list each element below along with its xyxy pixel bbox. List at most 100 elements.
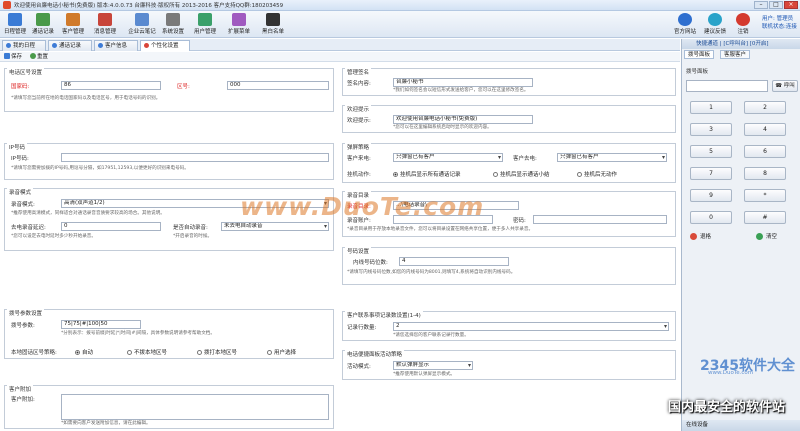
inbound-popup-select[interactable]: 只弹窗已有客户 <box>393 153 503 162</box>
ip-group: IP号码 IP号码: *请填写您需要加拨的IP号码,用逗号分隔，如17951,1… <box>4 143 334 180</box>
site-watermark: www.DuoTe.com <box>240 192 485 221</box>
dial-key-1[interactable]: 1 <box>690 101 732 114</box>
tab-call-records[interactable]: 通话记录 <box>48 40 92 51</box>
tab-bar: 我的日程 通话记录 客户信息 个性化设置 <box>0 39 680 51</box>
connection-status-link[interactable]: 联机状态:连接 <box>762 23 797 31</box>
logout-icon <box>736 13 750 26</box>
tab-personal-settings[interactable]: 个性化设置 <box>140 40 190 51</box>
app-logo-icon <box>3 1 11 9</box>
outbound-popup-select[interactable]: 只弹窗已有客户 <box>557 153 667 162</box>
welcome-input[interactable]: 欢迎使用台廉电话小秘书(免费版) <box>393 115 533 124</box>
local-area-auto-radio[interactable]: 自动 <box>75 348 93 356</box>
minimize-button[interactable]: – <box>754 1 768 9</box>
customer-extra-textarea[interactable] <box>61 394 329 420</box>
ip-number-input[interactable] <box>61 153 329 162</box>
close-button[interactable]: × <box>784 1 798 9</box>
tab-service-customer[interactable]: 客服客户 <box>720 50 751 59</box>
settings-icon <box>166 13 180 26</box>
globe-icon <box>678 13 692 26</box>
window-controls: – □ × <box>754 1 798 9</box>
tab-customer-info[interactable]: 客户信息 <box>94 40 138 51</box>
phone-settings-group: 电话区号设置 国家码: 86 区号: 000 *请填写您当前所在地的电话国家码以… <box>4 68 334 112</box>
list-icon <box>266 13 280 26</box>
user-status: 用户: 管理员 联机状态:连接 <box>762 15 797 31</box>
hangup-show-summary-radio[interactable]: 挂机后显示通话小结 <box>493 170 550 178</box>
toolbar-item-settings[interactable]: 系统设置 <box>160 13 186 35</box>
toolbar-item-users[interactable]: 用户管理 <box>192 13 218 35</box>
signature-input[interactable]: 台廉小秘书 <box>393 78 533 87</box>
signature-group: 管理签名 签名内容: 台廉小秘书 *我们如何签名会以短信形式发送给客户，您可以在… <box>342 68 676 96</box>
dial-number-input[interactable] <box>686 80 768 92</box>
action-bar: 保存 重置 <box>0 52 680 62</box>
panel-strategy-group: 电话便捷面板活动策略 活动模式: 默认弹屏显示 *推荐使用默认弹屏显示模式。 <box>342 350 676 380</box>
backspace-icon <box>690 233 697 240</box>
record-password-input[interactable] <box>533 215 667 224</box>
online-devices-bar[interactable]: 在线设备 <box>682 420 800 431</box>
contact-record-count-select[interactable]: 2 <box>393 322 669 331</box>
call-button[interactable]: ☎ 呼叫 <box>772 80 798 92</box>
dial-panel-header: 快捷通道 | [C呼叫台] [0开启] <box>682 39 800 49</box>
dial-key-2[interactable]: 2 <box>744 101 786 114</box>
window-title: 欢迎使用台廉电话小秘书(免费版) 版本:4.0.0.73 台廉科技·版权所有 2… <box>14 3 284 9</box>
dial-key-hash[interactable]: # <box>744 211 786 224</box>
toolbar-item-calls[interactable]: 通话记录 <box>30 13 56 35</box>
dial-key-4[interactable]: 4 <box>744 123 786 136</box>
tab-dial-pad[interactable]: 拨号面板 <box>684 50 715 59</box>
clear-icon <box>756 233 763 240</box>
reset-icon <box>30 53 36 59</box>
dial-key-star[interactable]: * <box>744 189 786 202</box>
calendar-icon <box>8 13 22 26</box>
tab-icon <box>6 43 11 48</box>
country-code-input[interactable]: 86 <box>61 81 161 90</box>
maximize-button[interactable]: □ <box>769 1 783 9</box>
hangup-show-all-radio[interactable]: 挂机后显示所有通话记录 <box>393 170 461 178</box>
toolbar-item-cloud-note[interactable]: 企业云笔记 <box>127 13 157 35</box>
toolbar-item-feedback[interactable]: 建议反馈 <box>702 13 728 35</box>
title-bar: 欢迎使用台廉电话小秘书(免费版) 版本:4.0.0.73 台廉科技·版权所有 2… <box>0 0 800 11</box>
dial-key-9[interactable]: 9 <box>690 189 732 202</box>
local-area-dial-radio[interactable]: 拨打本地区号 <box>197 348 237 356</box>
toolbar-item-schedule[interactable]: 日程管理 <box>2 13 28 35</box>
dial-key-3[interactable]: 3 <box>690 123 732 136</box>
tab-schedule[interactable]: 我的日程 <box>2 40 46 51</box>
phone-record-icon <box>36 13 50 26</box>
tab-icon <box>98 43 103 48</box>
dial-key-7[interactable]: 7 <box>690 167 732 180</box>
toolbar-item-customers[interactable]: 客户管理 <box>60 13 86 35</box>
dial-key-0[interactable]: 0 <box>690 211 732 224</box>
welcome-group: 欢迎提示 欢迎提示: 欢迎使用台廉电话小秘书(免费版) *您可以在这里编辑系统启… <box>342 105 676 133</box>
save-icon <box>4 53 10 59</box>
extension-digits-input[interactable]: 4 <box>399 257 509 266</box>
extend-icon <box>232 13 246 26</box>
user-name-link[interactable]: 用户: 管理员 <box>762 15 797 23</box>
area-code-input[interactable]: 000 <box>227 81 329 90</box>
app-window: 欢迎使用台廉电话小秘书(免费版) 版本:4.0.0.73 台廉科技·版权所有 2… <box>0 0 800 431</box>
slogan-watermark: 国内最安全的软件站 <box>668 400 786 415</box>
dial-key-5[interactable]: 5 <box>690 145 732 158</box>
contact-record-group: 客户联系事项记录数设置(1-4) 记录行数量: 2 *请您选择您的客户联系记录行… <box>342 311 676 341</box>
toolbar-item-extend[interactable]: 扩展菜单 <box>226 13 252 35</box>
reset-button[interactable]: 重置 <box>30 53 48 61</box>
save-button[interactable]: 保存 <box>4 53 22 61</box>
local-area-nodial-radio[interactable]: 不拨本地区号 <box>127 348 167 356</box>
user-icon <box>198 13 212 26</box>
cloud-note-icon <box>135 13 149 26</box>
dial-key-6[interactable]: 6 <box>744 145 786 158</box>
extension-digits-group: 号码设置 内线号码位数: 4 *请填写内线号码位数,如您的内线号码为8001,则… <box>342 247 676 285</box>
dial-key-8[interactable]: 8 <box>744 167 786 180</box>
settings-panel: 电话区号设置 国家码: 86 区号: 000 *请填写您当前所在地的电话国家码以… <box>0 63 680 431</box>
toolbar-item-messages[interactable]: 消息管理 <box>92 13 118 35</box>
backspace-button[interactable]: 退格 <box>690 232 711 240</box>
tab-icon <box>52 43 57 48</box>
popup-strategy-group: 弹屏策略 客户来电: 只弹窗已有客户 客户去电: 只弹窗已有客户 挂机动作: 挂… <box>342 143 676 183</box>
toolbar-item-blacklist[interactable]: 黑白名单 <box>260 13 286 35</box>
auto-record-select[interactable]: 未去电自动录音 <box>221 222 329 231</box>
panel-mode-select[interactable]: 默认弹屏显示 <box>393 361 473 370</box>
toolbar-item-logout[interactable]: 注销 <box>730 13 756 35</box>
hangup-no-action-radio[interactable]: 挂机后无动作 <box>577 170 617 178</box>
record-delay-input[interactable]: 0 <box>61 222 161 231</box>
toolbar-item-website[interactable]: 官方网站 <box>672 13 698 35</box>
local-area-user-radio[interactable]: 用户选择 <box>267 348 296 356</box>
dial-param-input[interactable]: 75|75|#|100|50 <box>61 320 141 329</box>
clear-button[interactable]: 清空 <box>756 232 777 240</box>
